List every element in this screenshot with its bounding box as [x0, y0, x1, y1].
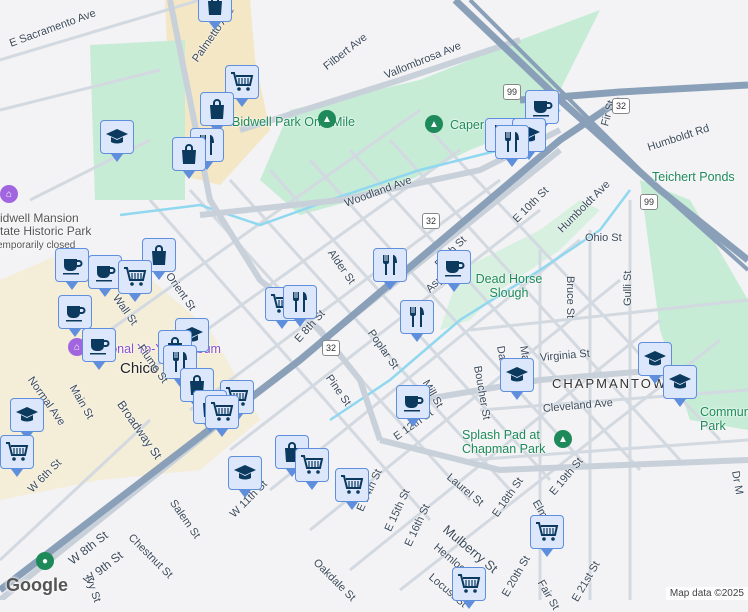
school-marker[interactable] [100, 120, 134, 162]
grocery-icon [123, 265, 147, 289]
school-icon [105, 125, 129, 149]
cafe-marker[interactable] [58, 295, 92, 337]
place-label-dead-horse-slough: Dead Horse Slough [475, 272, 543, 300]
school-icon [15, 403, 39, 427]
school-marker[interactable] [500, 358, 534, 400]
museum-pin-icon[interactable]: ⌂ [0, 185, 18, 203]
place-label-bidwell-mansion: Bidwell Mansion State Historic Park Tempo… [0, 212, 92, 252]
shopping-marker[interactable] [198, 0, 232, 30]
cafe-icon [530, 95, 554, 119]
highway-shield-99: 99 [640, 194, 658, 210]
shopping-marker[interactable] [172, 137, 206, 179]
cafe-marker[interactable] [437, 250, 471, 292]
park-pin-icon[interactable]: ▲ [554, 430, 572, 448]
grocery-icon [230, 70, 254, 94]
street-label: Gulli St [622, 270, 634, 306]
grocery-marker[interactable] [335, 468, 369, 510]
attribution: Map data ©2025 [665, 587, 748, 600]
grocery-marker[interactable] [118, 260, 152, 302]
grocery-icon [457, 572, 481, 596]
highway-shield-32: 32 [612, 98, 630, 114]
restaurant-icon [288, 290, 312, 314]
restaurant-icon [405, 305, 429, 329]
place-label-teichert-ponds: Teichert Ponds [652, 170, 735, 184]
grocery-icon [340, 473, 364, 497]
grocery-icon [210, 400, 234, 424]
cafe-marker[interactable] [82, 328, 116, 370]
grocery-marker[interactable] [295, 448, 329, 490]
school-marker[interactable] [10, 398, 44, 440]
restaurant-icon [500, 130, 524, 154]
shopping-marker[interactable] [200, 92, 234, 134]
transit-pin-icon[interactable]: ● [36, 552, 54, 570]
cafe-icon [93, 260, 117, 284]
cafe-marker[interactable] [396, 385, 430, 427]
highway-shield-32: 32 [422, 213, 440, 229]
cafe-icon [63, 300, 87, 324]
place-label-splash-pad: Splash Pad at Chapman Park [462, 428, 546, 456]
cafe-icon [442, 255, 466, 279]
cafe-icon [60, 253, 84, 277]
grocery-marker[interactable] [452, 567, 486, 609]
restaurant-marker[interactable] [495, 125, 529, 167]
highway-shield-32: 32 [322, 340, 340, 356]
street-label: Bruce St [564, 276, 576, 319]
mansion-name: Bidwell Mansion State Historic Park [0, 211, 92, 238]
school-icon [505, 363, 529, 387]
cafe-icon [87, 333, 111, 357]
shopping-icon [205, 97, 229, 121]
grocery-marker[interactable] [0, 435, 34, 477]
restaurant-icon [378, 253, 402, 277]
cafe-marker[interactable] [88, 255, 122, 297]
park-pin-icon[interactable]: ▲ [425, 115, 443, 133]
school-icon [668, 370, 692, 394]
grocery-marker[interactable] [205, 395, 239, 437]
shopping-icon [177, 142, 201, 166]
shopping-icon [203, 0, 227, 17]
school-icon [233, 461, 257, 485]
cafe-marker[interactable] [55, 248, 89, 290]
restaurant-marker[interactable] [283, 285, 317, 327]
grocery-icon [5, 440, 29, 464]
school-marker[interactable] [663, 365, 697, 407]
cafe-icon [401, 390, 425, 414]
school-marker[interactable] [228, 456, 262, 498]
place-label-community-park: Community Park [700, 405, 748, 433]
grocery-marker[interactable] [530, 515, 564, 557]
restaurant-marker[interactable] [373, 248, 407, 290]
park-pin-icon[interactable]: ▲ [318, 110, 336, 128]
place-label-bidwell-park: Bidwell Park One-Mile [232, 115, 355, 129]
highway-shield-99: 99 [503, 84, 521, 100]
google-logo: Google [6, 575, 68, 595]
grocery-icon [535, 520, 559, 544]
street-label: Ohio St [585, 232, 622, 244]
restaurant-marker[interactable] [400, 300, 434, 342]
grocery-icon [300, 453, 324, 477]
